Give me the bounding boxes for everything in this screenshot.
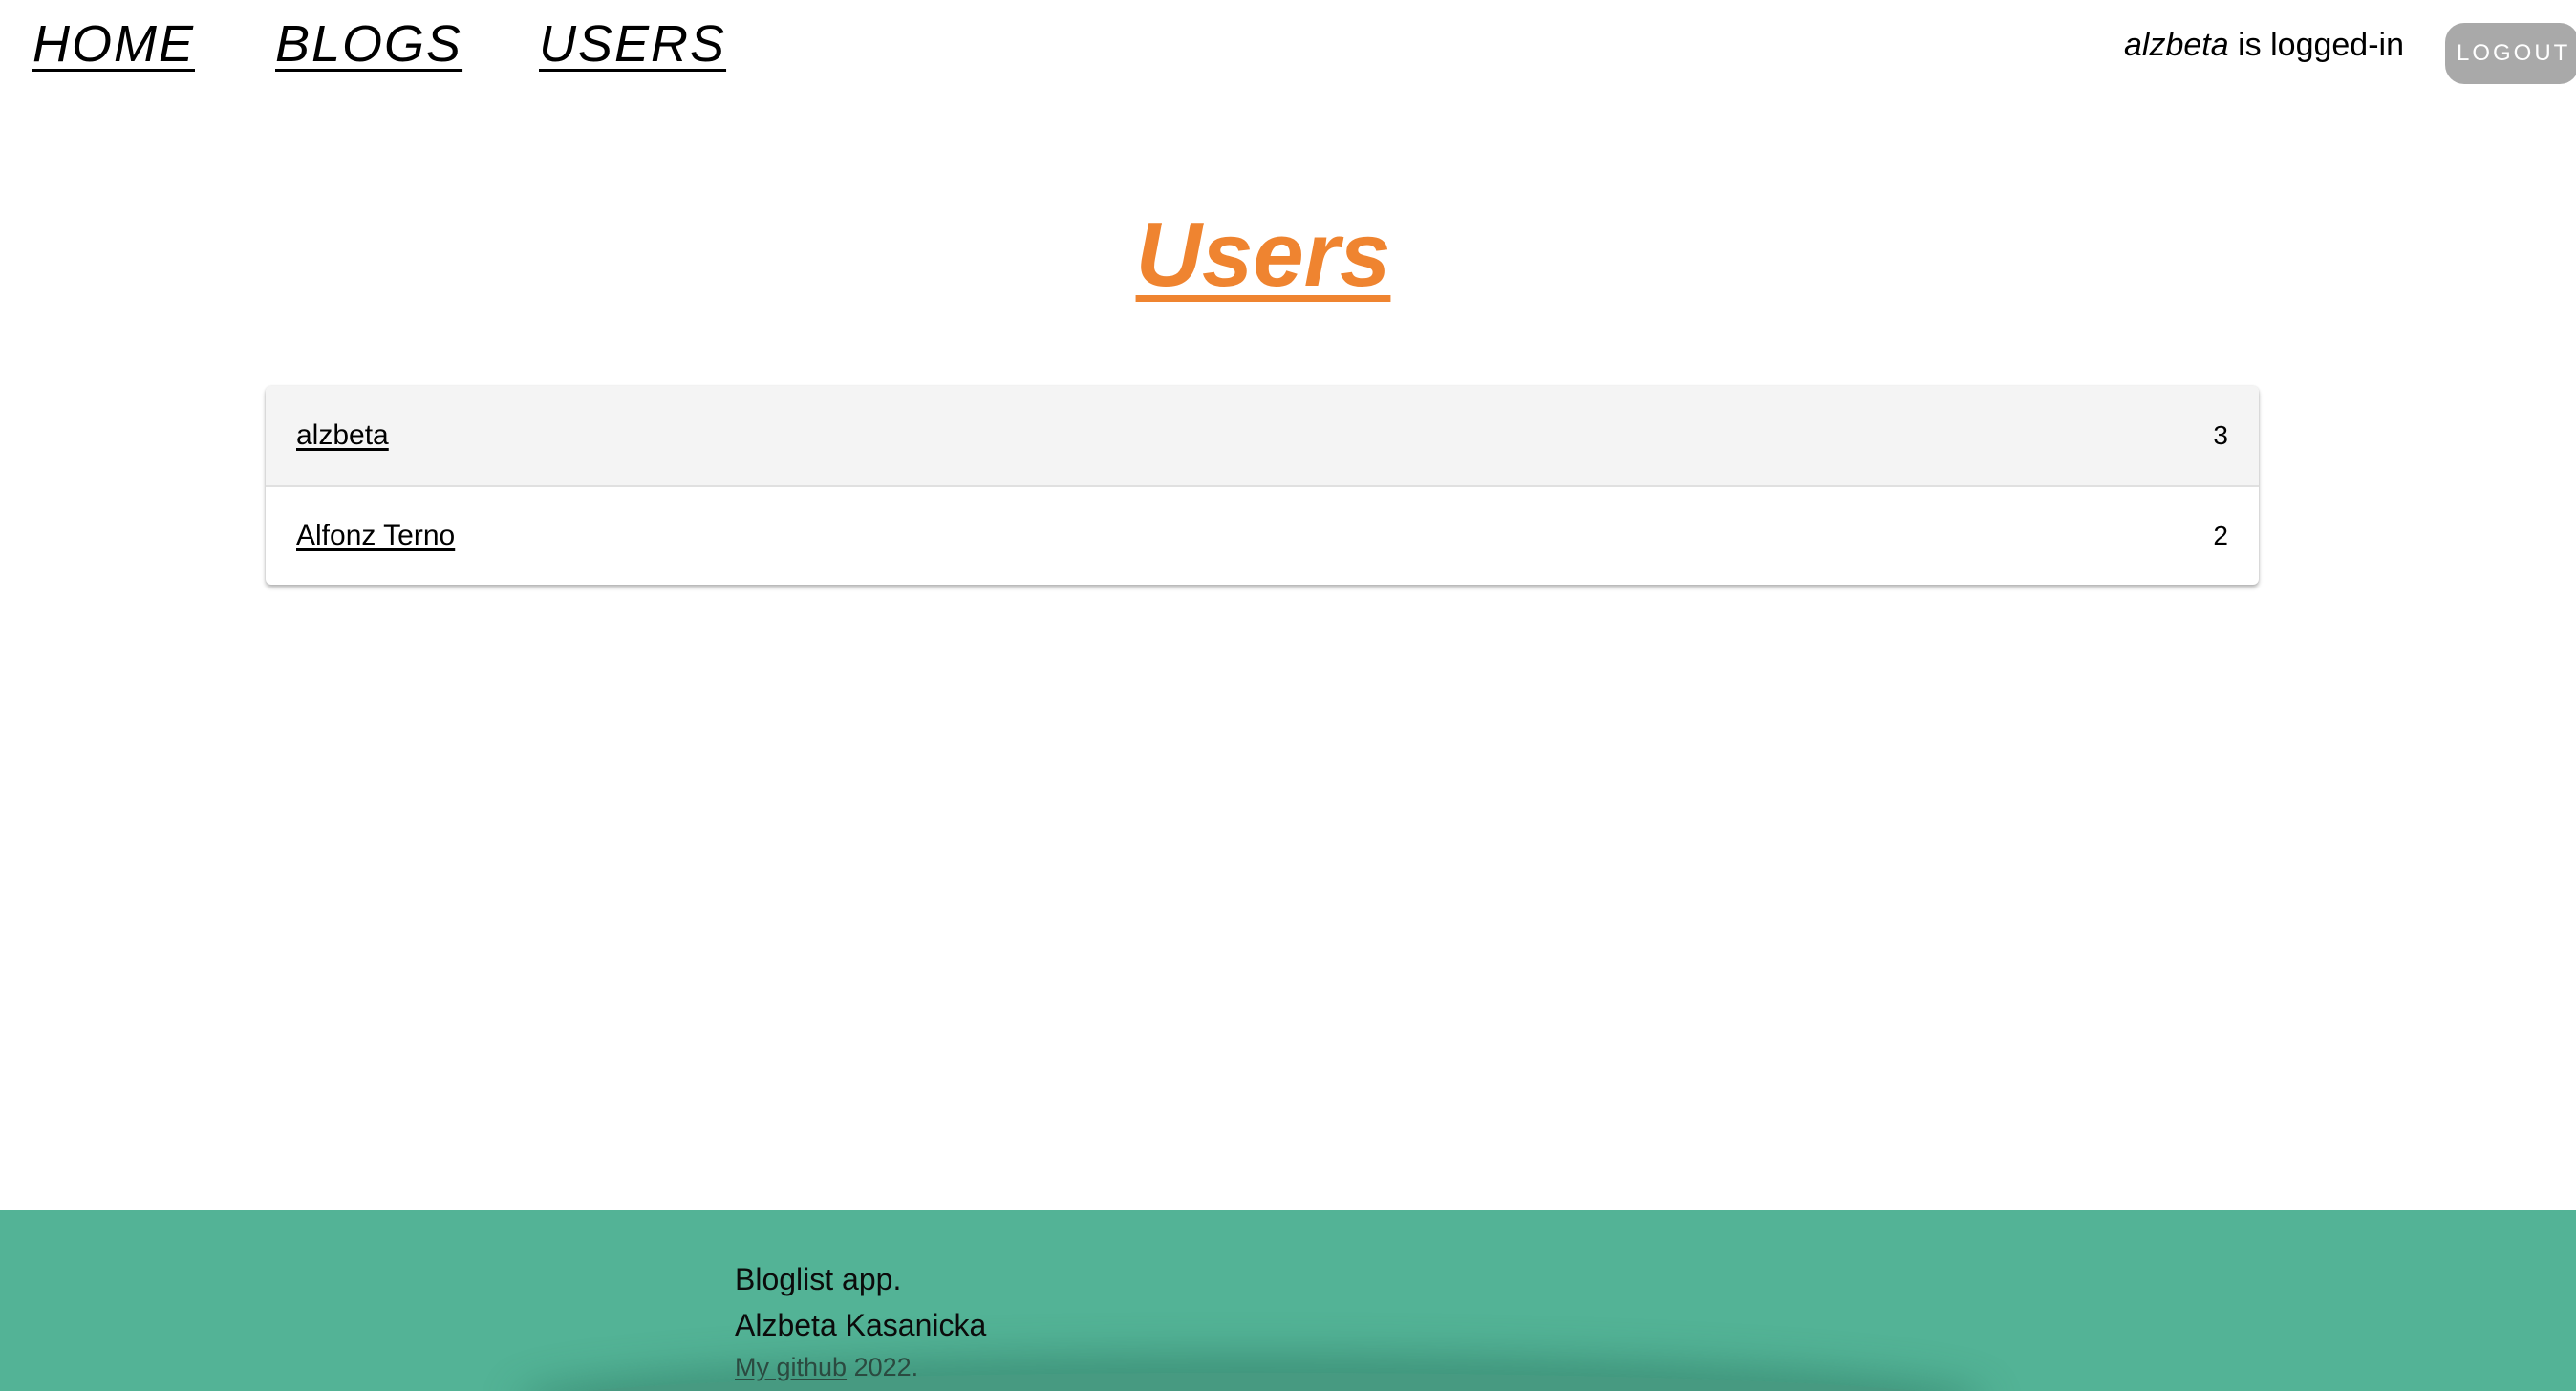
login-status: alzbeta is logged-in — [2124, 25, 2404, 65]
footer: Bloglist app. Alzbeta Kasanicka My githu… — [0, 1210, 2576, 1391]
top-nav: HOME BLOGS USERS alzbeta is logged-in LO… — [0, 0, 2576, 96]
blog-count: 2 — [2213, 521, 2228, 550]
footer-credits: My github 2022. — [735, 1348, 986, 1386]
page: HOME BLOGS USERS alzbeta is logged-in LO… — [0, 0, 2576, 1391]
logged-in-username: alzbeta — [2124, 27, 2229, 63]
footer-author: Alzbeta Kasanicka — [735, 1308, 987, 1342]
login-status-text: is logged-in — [2228, 27, 2404, 63]
nav-link-blogs[interactable]: BLOGS — [275, 13, 462, 75]
blog-count: 3 — [2213, 420, 2228, 450]
nav-link-home[interactable]: HOME — [32, 13, 195, 75]
user-link[interactable]: Alfonz Terno — [296, 520, 455, 552]
table-row: alzbeta 3 — [266, 386, 2259, 485]
footer-app-name: Bloglist app. — [735, 1262, 902, 1296]
user-link[interactable]: alzbeta — [296, 419, 389, 452]
nav-link-users[interactable]: USERS — [539, 13, 726, 75]
users-table: alzbeta 3 Alfonz Terno 2 — [266, 386, 2259, 585]
page-title: Users — [1135, 203, 1391, 306]
logout-button[interactable]: LOGOUT — [2445, 23, 2576, 84]
github-link[interactable]: My github — [735, 1353, 847, 1381]
footer-year: 2022. — [847, 1353, 919, 1381]
footer-text: Bloglist app. Alzbeta Kasanicka My githu… — [735, 1256, 986, 1386]
table-row: Alfonz Terno 2 — [266, 485, 2259, 585]
